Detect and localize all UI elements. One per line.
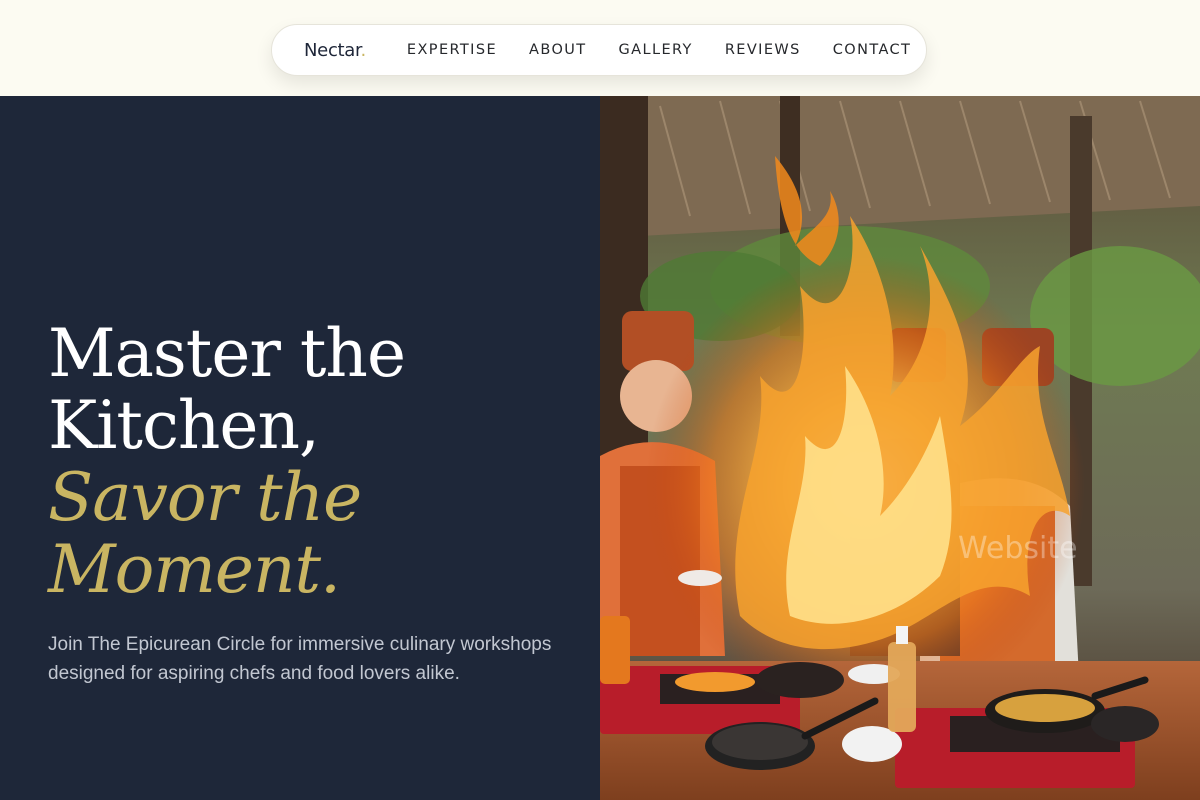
brand-dot: . xyxy=(360,39,366,61)
headline-line-3: Savor the xyxy=(48,459,362,536)
headline-line-2: Kitchen, xyxy=(48,387,320,464)
hero-subtext: Join The Epicurean Circle for immersive … xyxy=(48,634,552,684)
nav-link-gallery[interactable]: GALLERY xyxy=(619,42,693,58)
headline-line-4: Moment. xyxy=(48,531,341,608)
nav-link-expertise[interactable]: EXPERTISE xyxy=(407,42,497,58)
headline-line-1: Master the xyxy=(48,315,406,392)
nav-link-about[interactable]: ABOUT xyxy=(529,42,587,58)
hero-text-panel: Master the Kitchen, Savor the Moment. Jo… xyxy=(0,96,600,800)
brand-logo[interactable]: Nectar. xyxy=(304,40,366,61)
nav-link-reviews[interactable]: REVIEWS xyxy=(725,42,801,58)
image-watermark: Website xyxy=(958,531,1078,566)
brand-name: Nectar xyxy=(304,39,361,61)
main-nav: Nectar. EXPERTISE ABOUT GALLERY REVIEWS … xyxy=(271,24,927,76)
nav-link-contact[interactable]: CONTACT xyxy=(833,42,912,58)
cooking-flambe-illustration: Website xyxy=(600,96,1200,800)
hero-headline: Master the Kitchen, Savor the Moment. xyxy=(48,315,406,608)
hero-image: Website xyxy=(600,96,1200,800)
top-bar: Nectar. EXPERTISE ABOUT GALLERY REVIEWS … xyxy=(0,0,1200,96)
